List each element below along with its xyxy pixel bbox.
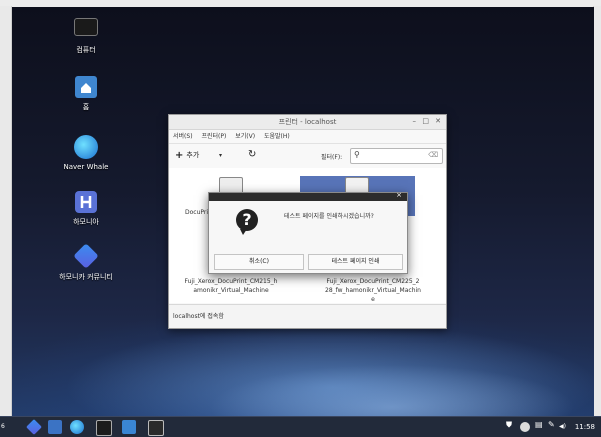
left-panel-strip — [0, 6, 12, 416]
shield-icon[interactable]: ⛊ — [506, 420, 512, 430]
printer-name-line: Fuji_Xerox_DocuPrint_CM215_h — [184, 278, 278, 285]
desktop-icon-label: 홈 — [82, 103, 90, 111]
desktop-icon-home[interactable]: 홈 — [46, 76, 126, 112]
toolbar: + 추가 ▾ ↻ 필터(F): ⚲ ⌫ — [169, 144, 446, 169]
whale-browser-icon — [74, 135, 98, 159]
status-circle-icon[interactable] — [520, 422, 530, 432]
menu-server[interactable]: 서버(S) — [173, 133, 193, 140]
menu-bar: 서버(S) 프린터(P) 보기(V) 도움말(H) — [169, 130, 446, 144]
right-panel-strip — [593, 6, 601, 416]
home-folder-icon — [75, 76, 97, 98]
menu-view[interactable]: 보기(V) — [235, 133, 255, 140]
add-label: 추가 — [186, 151, 200, 159]
clock[interactable]: 11:58 — [575, 423, 595, 431]
harmonia-icon — [75, 191, 97, 213]
desktop-icon-label: 하모니카 커뮤니티 — [59, 273, 113, 281]
plus-icon: + — [175, 150, 184, 161]
file-manager-icon[interactable] — [122, 420, 136, 434]
refresh-icon[interactable]: ↻ — [248, 149, 256, 160]
desktop-icon-computer[interactable]: 컴퓨터 — [46, 18, 126, 55]
filter-input[interactable]: ⚲ ⌫ — [350, 148, 443, 164]
menu-help[interactable]: 도움말(H) — [264, 133, 290, 140]
desktop-icon-harmonia[interactable]: 하모니아 — [46, 191, 126, 227]
printer-name-line: e — [371, 296, 375, 303]
dialog-message: 테스트 페이지를 인쇄하시겠습니까? — [284, 213, 374, 220]
search-icon: ⚲ — [354, 150, 360, 159]
add-printer-button[interactable]: + 추가 — [175, 150, 199, 161]
taskbar-edge-label: 6 — [1, 423, 5, 430]
status-bar: localhost에 접속함 — [169, 304, 446, 328]
close-button[interactable]: ✕ — [435, 117, 441, 125]
vm-frame: 컴퓨터 홈 Naver Whale 하모니아 하모니카 커뮤니티 프린터 - l… — [0, 0, 601, 437]
dialog-titlebar: × — [209, 191, 407, 201]
desktop-icon-label: 하모니아 — [73, 218, 99, 226]
taskbar: 6 ⛊ ▤ ✎ ◀) 11:58 — [0, 416, 601, 437]
window-title: 프린터 - localhost — [278, 118, 337, 126]
desktop-icon-harmonica-community[interactable]: 하모니카 커뮤니티 — [46, 243, 126, 282]
cancel-button[interactable]: 취소(C) — [214, 254, 304, 270]
harmonica-community-icon — [73, 243, 99, 269]
clear-icon[interactable]: ⌫ — [428, 151, 438, 159]
filter-label: 필터(F): — [321, 154, 343, 161]
volume-icon[interactable]: ◀) — [559, 423, 566, 430]
print-test-page-button[interactable]: 테스트 페이지 인쇄 — [308, 254, 403, 270]
terminal-icon[interactable] — [96, 420, 112, 436]
printer-item-1[interactable]: Fuji_Xerox_DocuPrint_CM215_h amonikr_Vir… — [173, 277, 289, 295]
window-titlebar[interactable]: 프린터 - localhost – □ ✕ — [169, 115, 446, 130]
whale-browser-taskbar-icon[interactable] — [70, 420, 84, 434]
test-page-dialog: × ? 테스트 페이지를 인쇄하시겠습니까? 취소(C) 테스트 페이지 인쇄 — [208, 191, 408, 274]
menu-printer[interactable]: 프린터(P) — [201, 133, 226, 140]
printer-name-line: 28_fw_hamonikr_Virtual_Machin — [325, 287, 421, 294]
monitor-icon — [74, 18, 98, 36]
printer-partial-label: DocuPri — [185, 209, 209, 216]
minimize-button[interactable]: – — [413, 117, 417, 125]
start-menu-icon[interactable] — [26, 419, 42, 435]
printer-item-2[interactable]: Fuji_Xerox_DocuPrint_CM225_2 28_fw_hamon… — [300, 277, 446, 304]
question-icon: ? — [236, 209, 258, 235]
add-dropdown-arrow-icon[interactable]: ▾ — [219, 152, 222, 159]
pen-icon[interactable]: ✎ — [548, 420, 555, 429]
printer-name-line: Fuji_Xerox_DocuPrint_CM225_2 — [326, 278, 420, 285]
show-desktop-icon[interactable] — [48, 420, 62, 434]
dialog-close-icon[interactable]: × — [396, 191, 402, 199]
maximize-button[interactable]: □ — [422, 117, 429, 125]
printer-name-line: amonikr_Virtual_Machine — [193, 287, 269, 294]
network-icon[interactable]: ▤ — [535, 420, 543, 429]
desktop-icon-label: 컴퓨터 — [76, 46, 96, 54]
desktop-icon-label: Naver Whale — [63, 163, 109, 171]
desktop-icon-naver-whale[interactable]: Naver Whale — [46, 135, 126, 171]
printer-settings-taskbar-icon[interactable] — [148, 420, 164, 436]
